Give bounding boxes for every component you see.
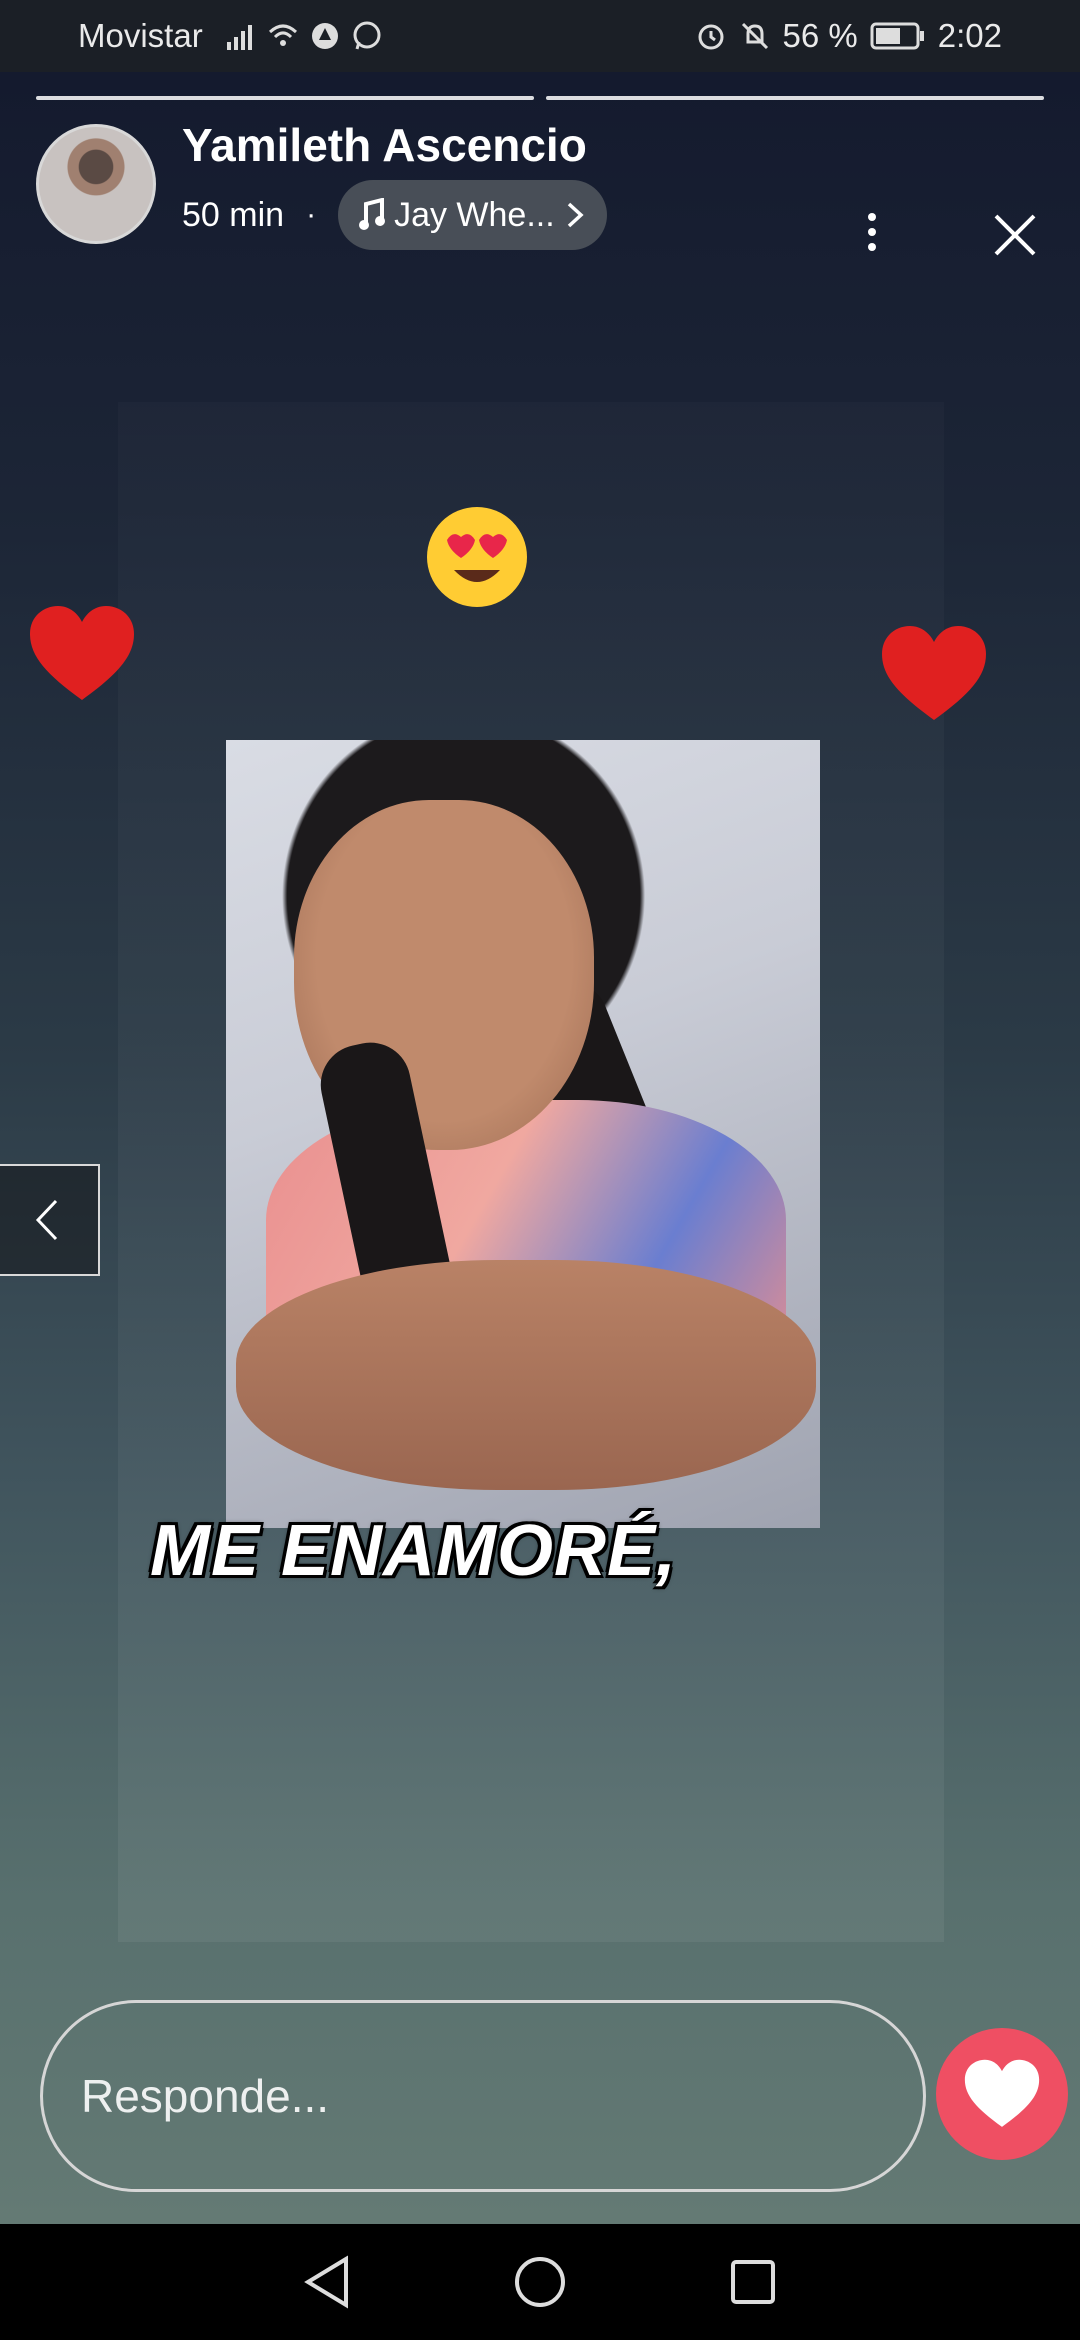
story-time: 50 min — [182, 195, 285, 234]
chevron-left-icon — [35, 1199, 58, 1241]
reply-input[interactable]: Responde... — [40, 2000, 926, 2192]
navigation-bar — [0, 2224, 1080, 2340]
recents-icon — [731, 2260, 776, 2304]
carrier-name: Movistar — [78, 17, 203, 54]
story-photo — [226, 740, 820, 1528]
meta-separator: · — [306, 198, 317, 231]
back-button[interactable] — [297, 2252, 357, 2312]
status-bar: Movistar 56 % 2:02 — [0, 0, 1080, 72]
story-progress — [36, 96, 1044, 100]
chevron-right-icon — [567, 202, 584, 228]
more-dot — [868, 213, 876, 221]
music-note-icon — [359, 198, 386, 230]
story-meta: 50 min · Jay Whe... — [182, 180, 607, 250]
story-viewer[interactable]: Yamileth Ascencio 50 min · Jay Whe... ME… — [0, 72, 1080, 2224]
previous-story-button[interactable] — [0, 1164, 100, 1276]
story-user-name[interactable]: Yamileth Ascencio — [182, 118, 587, 172]
close-icon[interactable] — [990, 210, 1040, 260]
progress-segment — [546, 96, 1044, 100]
whatsapp-icon — [353, 21, 381, 50]
heart-eyes-emoji — [427, 507, 527, 607]
like-button[interactable] — [936, 2028, 1068, 2160]
heart-sticker — [30, 606, 134, 700]
more-dot — [868, 243, 876, 251]
music-title: Jay Whe... — [394, 195, 555, 234]
battery-percent: 56 % — [782, 17, 858, 54]
avatar[interactable] — [36, 124, 156, 244]
home-button[interactable] — [510, 2252, 570, 2312]
signal-icon — [226, 25, 252, 50]
progress-segment — [36, 96, 534, 100]
wifi-icon — [268, 24, 297, 46]
bell-off-icon — [741, 22, 768, 50]
recents-button[interactable] — [723, 2252, 783, 2312]
battery-icon — [870, 22, 924, 50]
music-pill[interactable]: Jay Whe... — [338, 180, 607, 250]
sync-icon — [311, 23, 338, 49]
heart-icon — [964, 2059, 1040, 2127]
clock: 2:02 — [937, 17, 1002, 54]
reply-placeholder: Responde... — [81, 2070, 330, 2122]
more-dot — [868, 228, 876, 236]
more-options-button[interactable] — [852, 202, 892, 262]
story-caption: ME ENAMORÉ, — [150, 1511, 678, 1591]
home-icon — [514, 2257, 565, 2307]
alarm-icon — [698, 24, 724, 50]
heart-sticker — [882, 626, 986, 720]
back-icon — [303, 2255, 348, 2309]
